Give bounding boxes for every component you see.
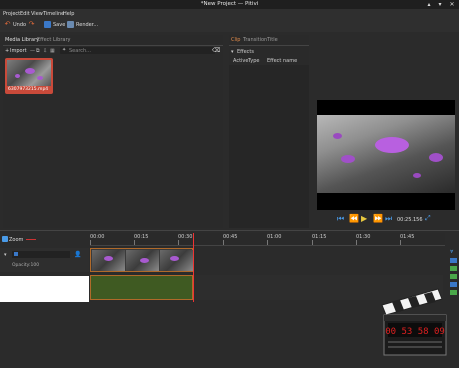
clip-filename: 6307973215.mp4 [8, 87, 49, 92]
tick-label: 01:00 [267, 234, 282, 240]
clip-frame [160, 250, 193, 271]
effects-label[interactable]: Effects [237, 49, 254, 55]
remove-icon[interactable]: — [30, 48, 35, 54]
redo-icon[interactable]: ↷ [28, 21, 35, 28]
user-icon[interactable]: 👤 [74, 251, 81, 258]
side-tool-icon[interactable] [450, 274, 457, 279]
tick [178, 240, 179, 245]
tick [134, 240, 135, 245]
effects-list [229, 65, 309, 228]
insert-icon[interactable]: ⇩ [43, 48, 47, 54]
view-mode-icon[interactable]: ▦ [50, 48, 55, 54]
clip-frame [126, 250, 159, 271]
play-icon[interactable]: ▶ [361, 214, 367, 223]
zoom-label: Zoom [9, 237, 24, 243]
search-icon: ✦ [62, 47, 67, 53]
render-icon[interactable] [67, 21, 74, 28]
thumbnail-image [7, 60, 51, 86]
title-bar: *New Project — Pitivi ▴ ▾ ✕ [0, 0, 459, 9]
undo-icon[interactable]: ↶ [4, 21, 11, 28]
column-effect-name[interactable]: Effect name [267, 58, 297, 64]
zoom-fit-icon[interactable] [2, 236, 8, 242]
video-layer-icon [14, 252, 18, 256]
import-plus-icon[interactable]: + [5, 48, 9, 54]
undo-button[interactable]: Undo [13, 22, 26, 28]
rewind-icon[interactable]: ⏪ [349, 214, 359, 223]
tick [312, 240, 313, 245]
tick [267, 240, 268, 245]
search-box[interactable]: ✦ Search... [60, 47, 215, 54]
go-to-end-icon[interactable]: ⏭ [385, 214, 392, 224]
tick [356, 240, 357, 245]
clip-frame [92, 250, 125, 271]
audio-clip[interactable] [90, 275, 193, 300]
forward-icon[interactable]: ⏩ [373, 214, 383, 223]
side-tool-icon[interactable] [450, 258, 457, 263]
menu-bar: Project Edit View Timeline Help [0, 9, 459, 18]
clip-panel: Clip Transition Title ▾ Effects Active T… [229, 35, 309, 228]
clip-properties-icon[interactable]: ⧉ [36, 48, 40, 54]
video-clip[interactable] [90, 248, 193, 272]
column-type[interactable]: Type [248, 58, 259, 64]
tick [223, 240, 224, 245]
svg-text:00 53 58 09: 00 53 58 09 [385, 327, 445, 337]
clapperboard-logo: 00 53 58 09 [378, 283, 453, 358]
playhead[interactable] [193, 233, 194, 302]
tab-title[interactable]: Title [267, 37, 278, 43]
snap-icon[interactable]: ⩔ [450, 248, 453, 256]
media-thumbnail[interactable]: 6307973215.mp4 [5, 58, 53, 94]
tick-label: 01:45 [400, 234, 415, 240]
tick [90, 240, 91, 245]
tick [400, 240, 401, 245]
menu-timeline[interactable]: Timeline [43, 11, 64, 17]
audio-layer-controls [0, 276, 89, 302]
tick-label: 00:00 [90, 234, 105, 240]
viewer-frame [317, 115, 455, 193]
tick-label: 01:30 [356, 234, 371, 240]
save-button[interactable]: Save [53, 22, 65, 28]
tick-label: 00:30 [178, 234, 193, 240]
side-tool-icon[interactable] [450, 266, 457, 271]
video-viewer [317, 100, 455, 210]
timeline-divider [0, 230, 459, 231]
tab-media-library[interactable]: Media Library [5, 37, 39, 43]
menu-help[interactable]: Help [63, 11, 74, 17]
import-button[interactable]: Import [10, 48, 27, 54]
column-active[interactable]: Active [233, 58, 248, 64]
layer-name-field[interactable] [12, 251, 70, 258]
render-button[interactable]: Render... [76, 22, 98, 28]
time-display[interactable]: 00:25.156 [397, 217, 423, 223]
tab-transition[interactable]: Transition [243, 37, 267, 43]
window-up-button[interactable]: ▴ [425, 1, 433, 8]
divider [3, 45, 223, 46]
tab-clip[interactable]: Clip [231, 37, 240, 43]
window-close-button[interactable]: ✕ [448, 1, 456, 8]
menu-project[interactable]: Project [3, 11, 20, 17]
divider [229, 45, 309, 46]
tick-label: 00:45 [223, 234, 238, 240]
save-icon[interactable] [44, 21, 51, 28]
window-title: *New Project — Pitivi [200, 1, 259, 7]
opacity-label: Opacity:100 [12, 263, 40, 268]
tick-label: 01:15 [312, 234, 327, 240]
detach-viewer-icon[interactable]: ⤢ [425, 214, 431, 223]
zoom-slider[interactable] [26, 239, 36, 240]
layer-controls: ▾ 👤 Opacity:100 [0, 248, 89, 272]
layer-menu-icon[interactable]: ▾ [4, 252, 7, 258]
tick-label: 00:15 [134, 234, 149, 240]
menu-view[interactable]: View [31, 11, 43, 17]
window-down-button[interactable]: ▾ [436, 1, 444, 8]
timeline-ruler[interactable]: 00:00 00:15 00:30 00:45 01:00 01:15 01:3… [90, 233, 445, 246]
clear-search-icon[interactable]: ⌫ [212, 47, 220, 54]
tab-effect-library[interactable]: Effect Library [37, 37, 70, 43]
expander-icon[interactable]: ▾ [231, 49, 234, 55]
go-to-start-icon[interactable]: ⏮ [337, 214, 344, 224]
search-input[interactable]: Search... [69, 48, 91, 54]
menu-edit[interactable]: Edit [20, 11, 30, 17]
toolbar: ↶ Undo ↷ Save Render... [0, 18, 459, 32]
